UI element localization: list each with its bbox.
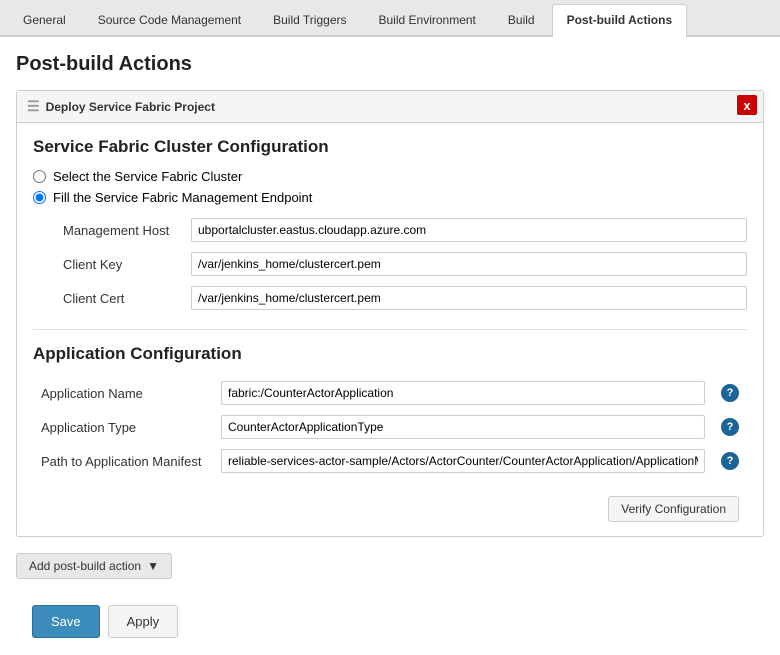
- client-key-input[interactable]: [191, 252, 747, 276]
- deploy-panel: ☰ Deploy Service Fabric Project x Servic…: [16, 90, 764, 537]
- radio-row-fill: Fill the Service Fabric Management Endpo…: [33, 190, 747, 205]
- app-manifest-input[interactable]: [221, 449, 705, 473]
- table-row: Path to Application Manifest ?: [33, 444, 747, 478]
- management-host-label: Management Host: [33, 213, 183, 247]
- apply-button[interactable]: Apply: [108, 605, 179, 638]
- radio-select-cluster-label: Select the Service Fabric Cluster: [53, 169, 242, 184]
- app-manifest-help-icon[interactable]: ?: [721, 452, 739, 470]
- tab-bar: General Source Code Management Build Tri…: [0, 0, 780, 37]
- app-type-label: Application Type: [33, 410, 213, 444]
- tab-build-triggers[interactable]: Build Triggers: [258, 4, 361, 35]
- verify-config-button[interactable]: Verify Configuration: [608, 496, 739, 522]
- add-post-build-action-button[interactable]: Add post-build action ▼: [16, 553, 172, 579]
- radio-fill-endpoint[interactable]: [33, 191, 46, 204]
- app-config-table: Application Name ? Application Type ? Pa…: [33, 376, 747, 478]
- client-cert-input[interactable]: [191, 286, 747, 310]
- panel-body: Service Fabric Cluster Configuration Sel…: [17, 123, 763, 536]
- app-config-title: Application Configuration: [33, 344, 747, 364]
- table-row: Management Host: [33, 213, 747, 247]
- cluster-radio-group: Select the Service Fabric Cluster Fill t…: [33, 169, 747, 205]
- tab-general[interactable]: General: [8, 4, 81, 35]
- panel-close-button[interactable]: x: [737, 95, 757, 115]
- tab-build[interactable]: Build: [493, 4, 550, 35]
- cluster-fields-table: Management Host Client Key Client Cert: [33, 213, 747, 315]
- management-host-input[interactable]: [191, 218, 747, 242]
- radio-select-cluster[interactable]: [33, 170, 46, 183]
- tab-post-build-actions[interactable]: Post-build Actions: [552, 4, 688, 37]
- page-title: Post-build Actions: [16, 53, 764, 76]
- table-row: Application Name ?: [33, 376, 747, 410]
- table-row: Client Key: [33, 247, 747, 281]
- table-row: Client Cert: [33, 281, 747, 315]
- panel-header-label: Deploy Service Fabric Project: [46, 100, 215, 114]
- cluster-config-title: Service Fabric Cluster Configuration: [33, 137, 747, 157]
- app-type-help-icon[interactable]: ?: [721, 418, 739, 436]
- client-key-label: Client Key: [33, 247, 183, 281]
- drag-handle-icon: ☰: [27, 98, 40, 115]
- app-manifest-label: Path to Application Manifest: [33, 444, 213, 478]
- save-button[interactable]: Save: [32, 605, 100, 638]
- client-cert-label: Client Cert: [33, 281, 183, 315]
- tab-build-environment[interactable]: Build Environment: [364, 4, 491, 35]
- panel-header: ☰ Deploy Service Fabric Project: [17, 91, 763, 123]
- table-row: Application Type ?: [33, 410, 747, 444]
- bottom-bar: Save Apply: [16, 595, 764, 648]
- add-action-label: Add post-build action: [29, 559, 141, 573]
- app-type-input[interactable]: [221, 415, 705, 439]
- app-name-input[interactable]: [221, 381, 705, 405]
- section-divider: [33, 329, 747, 330]
- app-name-help-icon[interactable]: ?: [721, 384, 739, 402]
- app-name-label: Application Name: [33, 376, 213, 410]
- main-content: Post-build Actions ☰ Deploy Service Fabr…: [0, 37, 780, 655]
- radio-row-select: Select the Service Fabric Cluster: [33, 169, 747, 184]
- dropdown-arrow-icon: ▼: [147, 559, 159, 573]
- radio-fill-endpoint-label: Fill the Service Fabric Management Endpo…: [53, 190, 312, 205]
- tab-source-code-management[interactable]: Source Code Management: [83, 4, 256, 35]
